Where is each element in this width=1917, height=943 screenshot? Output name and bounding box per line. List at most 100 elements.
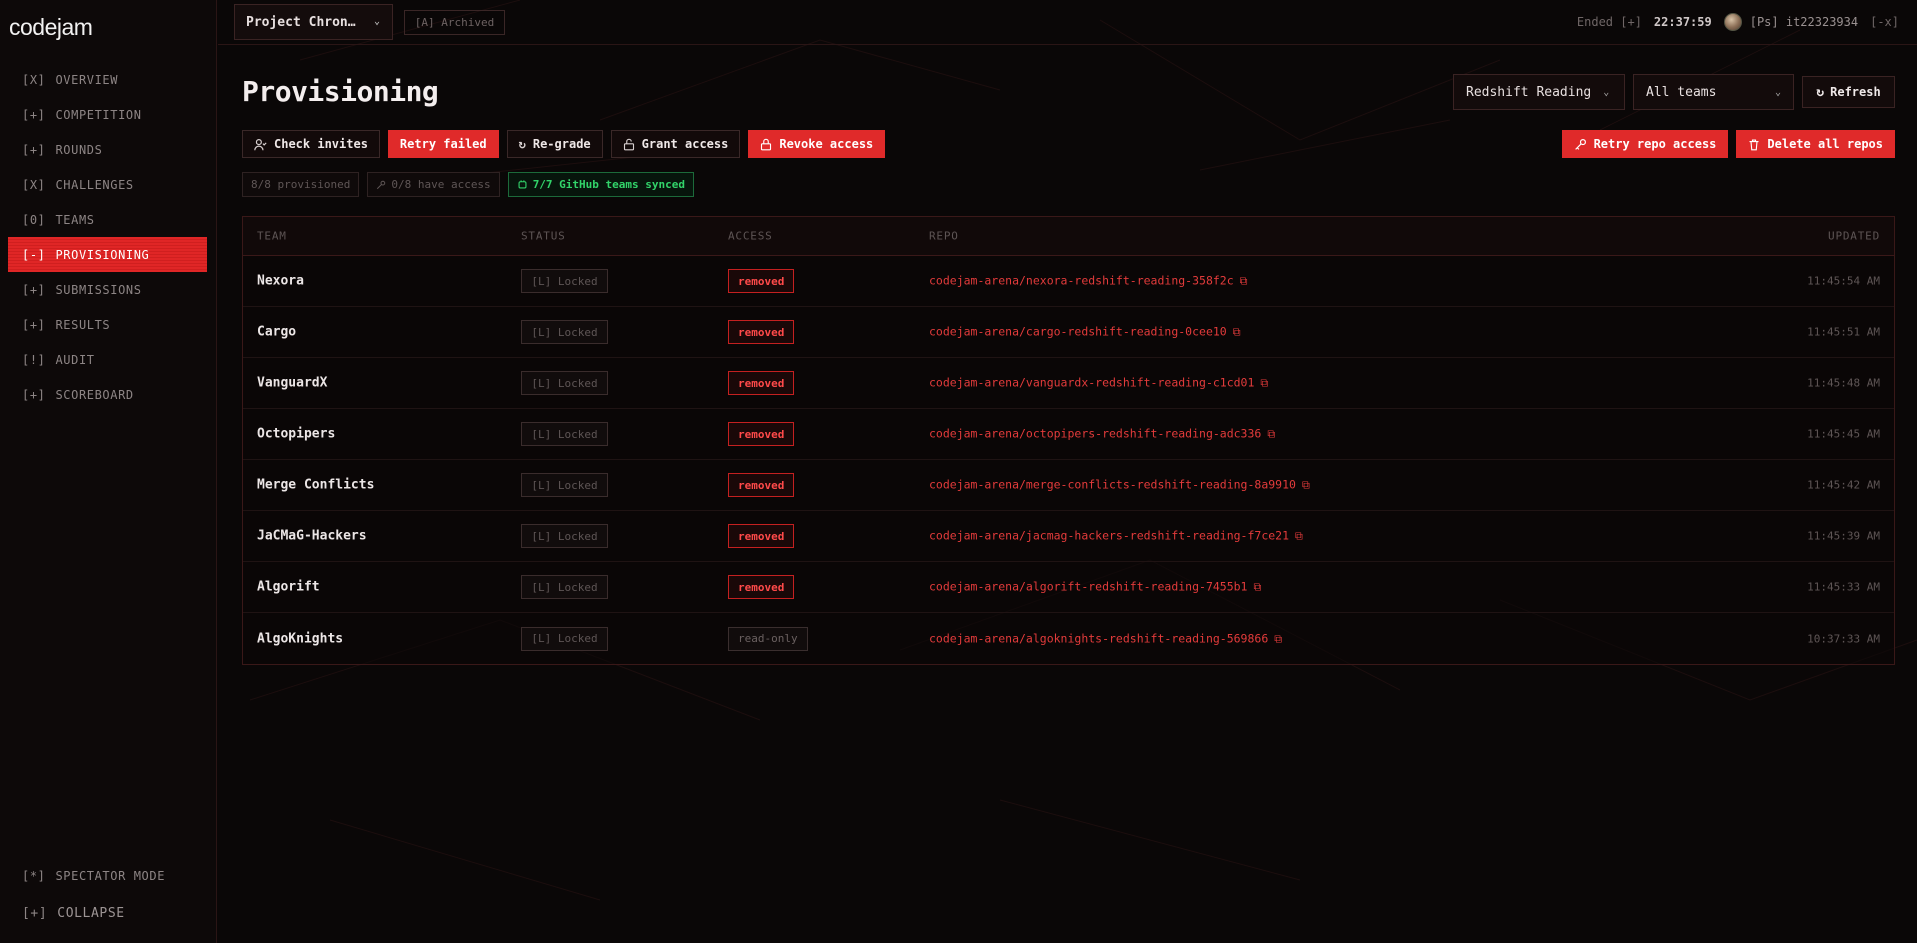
avatar[interactable] — [1723, 13, 1742, 31]
spectator-mode-button[interactable]: [*] SPECTATOR MODE — [8, 858, 207, 893]
app-logo[interactable]: codejam — [9, 14, 93, 41]
table-row[interactable]: Octopipers [L] Locked removed codejam-ar… — [243, 409, 1894, 460]
repo-link[interactable]: codejam-arena/vanguardx-redshift-reading… — [929, 376, 1268, 391]
updated-time: 11:45:54 AM — [1807, 274, 1880, 288]
access-stat-text: 0/8 have access — [391, 178, 491, 191]
sidebar-item-rounds[interactable]: [+] ROUNDS — [8, 132, 207, 167]
status-badge: [L] Locked — [521, 422, 608, 446]
external-link-icon: ⧉ — [1274, 632, 1283, 645]
repo-actions: Retry repo access Delete all repos — [1561, 130, 1895, 158]
refresh-button[interactable]: ↻ Refresh — [1802, 76, 1895, 108]
repo-link[interactable]: codejam-arena/octopipers-redshift-readin… — [929, 427, 1275, 442]
repo-link-text: codejam-arena/jacmag-hackers-redshift-re… — [929, 528, 1290, 543]
sidebar-item-challenges[interactable]: [X] CHALLENGES — [8, 167, 207, 202]
table-row[interactable]: VanguardX [L] Locked removed codejam-are… — [243, 358, 1894, 409]
sidebar-item-submissions[interactable]: [+] SUBMISSIONS — [8, 272, 207, 307]
sidebar-item-competition[interactable]: [+] COMPETITION — [8, 97, 207, 132]
column-header-team[interactable]: TEAM — [257, 230, 287, 243]
collapse-button[interactable]: [+] COLLAPSE — [8, 896, 207, 931]
column-header-access[interactable]: ACCESS — [728, 230, 773, 243]
updated-time: 11:45:45 AM — [1807, 427, 1880, 441]
repo-link[interactable]: codejam-arena/merge-conflicts-redshift-r… — [929, 478, 1310, 493]
team-name: JaCMaG-Hackers — [257, 528, 367, 544]
github-icon — [518, 180, 527, 189]
repo-link[interactable]: codejam-arena/cargo-redshift-reading-0ce… — [929, 325, 1241, 340]
repo-link[interactable]: codejam-arena/algorift-redshift-reading-… — [929, 580, 1261, 595]
nav-mark: [!] — [22, 352, 46, 367]
sidebar-item-provisioning[interactable]: [-] PROVISIONING — [8, 237, 207, 272]
round-select-value: Redshift Reading — [1466, 84, 1592, 100]
round-select[interactable]: Redshift Reading ⌄ — [1453, 74, 1625, 110]
check-invites-label: Check invites — [274, 137, 368, 151]
revoke-access-button[interactable]: Revoke access — [748, 130, 886, 158]
grant-access-label: Grant access — [641, 137, 729, 151]
sidebar-item-label: TEAMS — [55, 212, 95, 227]
collapse-section: [+] COLLAPSE — [8, 896, 207, 931]
sidebar-item-label: PROVISIONING — [55, 247, 150, 262]
updated-time: 11:45:51 AM — [1807, 325, 1880, 339]
ended-status: Ended [+] — [1576, 15, 1642, 29]
retry-failed-button[interactable]: Retry failed — [387, 130, 499, 158]
updated-time: 11:45:39 AM — [1807, 529, 1880, 543]
nav-mark: [*] — [22, 868, 46, 883]
table-row[interactable]: Merge Conflicts [L] Locked removed codej… — [243, 460, 1894, 511]
repo-link[interactable]: codejam-arena/jacmag-hackers-redshift-re… — [929, 529, 1303, 544]
table-row[interactable]: AlgoKnights [L] Locked read-only codejam… — [243, 613, 1894, 664]
repo-link-text: codejam-arena/nexora-redshift-reading-35… — [929, 273, 1234, 288]
chevron-down-icon: ⌄ — [1603, 86, 1610, 98]
table-row[interactable]: Algorift [L] Locked removed codejam-aren… — [243, 562, 1894, 613]
team-filter-select[interactable]: All teams ⌄ — [1633, 74, 1794, 110]
access-badge: removed — [728, 269, 795, 293]
external-link-icon: ⧉ — [1239, 274, 1248, 288]
repo-link-text: codejam-arena/vanguardx-redshift-reading… — [929, 375, 1255, 390]
key-icon — [377, 180, 386, 189]
chevron-down-icon: ⌄ — [373, 16, 380, 27]
spectator-mode-label: SPECTATOR MODE — [55, 868, 166, 883]
stats-row: 8/8 provisioned 0/8 have access 7/7 GitH… — [242, 172, 695, 197]
sidebar-item-label: AUDIT — [55, 352, 95, 367]
sidebar-item-overview[interactable]: [X] OVERVIEW — [8, 62, 207, 97]
column-header-updated[interactable]: UPDATED — [1828, 230, 1880, 243]
table-row[interactable]: Cargo [L] Locked removed codejam-arena/c… — [243, 307, 1894, 358]
sidebar-item-teams[interactable]: [0] TEAMS — [8, 202, 207, 237]
sidebar-item-scoreboard[interactable]: [+] SCOREBOARD — [8, 377, 207, 412]
status-badge: [L] Locked — [521, 320, 608, 344]
repo-link-text: codejam-arena/algoknights-redshift-readi… — [929, 631, 1269, 645]
user-name[interactable]: [Ps] it22323934 — [1750, 15, 1858, 29]
regrade-label: Re-grade — [532, 137, 591, 151]
column-header-repo[interactable]: REPO — [929, 230, 959, 243]
top-bar: Project Chron… ⌄ [A] Archived Ended [+] … — [218, 0, 1917, 45]
sidebar-item-label: ROUNDS — [55, 142, 103, 157]
check-invites-button[interactable]: Check invites — [242, 130, 380, 158]
table-row[interactable]: Nexora [L] Locked removed codejam-arena/… — [243, 256, 1894, 307]
access-badge: removed — [728, 473, 795, 497]
column-header-status[interactable]: STATUS — [521, 230, 566, 243]
access-badge: read-only — [728, 626, 808, 651]
github-sync-text: 7/7 GitHub teams synced — [532, 178, 686, 191]
repo-link[interactable]: codejam-arena/nexora-redshift-reading-35… — [929, 274, 1248, 289]
retry-repo-access-button[interactable]: Retry repo access — [1561, 130, 1729, 158]
logout-button[interactable]: [-x] — [1870, 15, 1899, 29]
table-row[interactable]: JaCMaG-Hackers [L] Locked removed codeja… — [243, 511, 1894, 562]
clock: 22:37:59 — [1653, 15, 1712, 29]
access-badge: removed — [728, 371, 795, 395]
table-header: TEAM STATUS ACCESS REPO UPDATED — [243, 217, 1894, 256]
repo-link-text: codejam-arena/octopipers-redshift-readin… — [929, 426, 1262, 441]
repo-link[interactable]: codejam-arena/algoknights-redshift-readi… — [929, 631, 1282, 646]
updated-time: 11:45:33 AM — [1807, 580, 1880, 594]
sidebar-item-label: SCOREBOARD — [55, 387, 134, 402]
sidebar-item-audit[interactable]: [!] AUDIT — [8, 342, 207, 377]
header-controls: Redshift Reading ⌄ All teams ⌄ ↻ Refresh — [1453, 74, 1895, 110]
regrade-button[interactable]: ↻ Re-grade — [506, 130, 603, 158]
sidebar-item-results[interactable]: [+] RESULTS — [8, 307, 207, 342]
project-select[interactable]: Project Chron… ⌄ — [234, 4, 393, 40]
provisioned-stat-text: 8/8 provisioned — [251, 178, 351, 191]
delete-all-repos-button[interactable]: Delete all repos — [1736, 130, 1895, 158]
refresh-icon: ↻ — [518, 137, 526, 151]
sidebar-nav: [X] OVERVIEW [+] COMPETITION [+] ROUNDS [X]… — [8, 62, 207, 412]
github-sync-stat: 7/7 GitHub teams synced — [507, 172, 695, 197]
team-name: AlgoKnights — [257, 631, 344, 646]
nav-mark: [+] — [22, 142, 46, 157]
lock-icon — [761, 138, 772, 150]
grant-access-button[interactable]: Grant access — [610, 130, 741, 158]
